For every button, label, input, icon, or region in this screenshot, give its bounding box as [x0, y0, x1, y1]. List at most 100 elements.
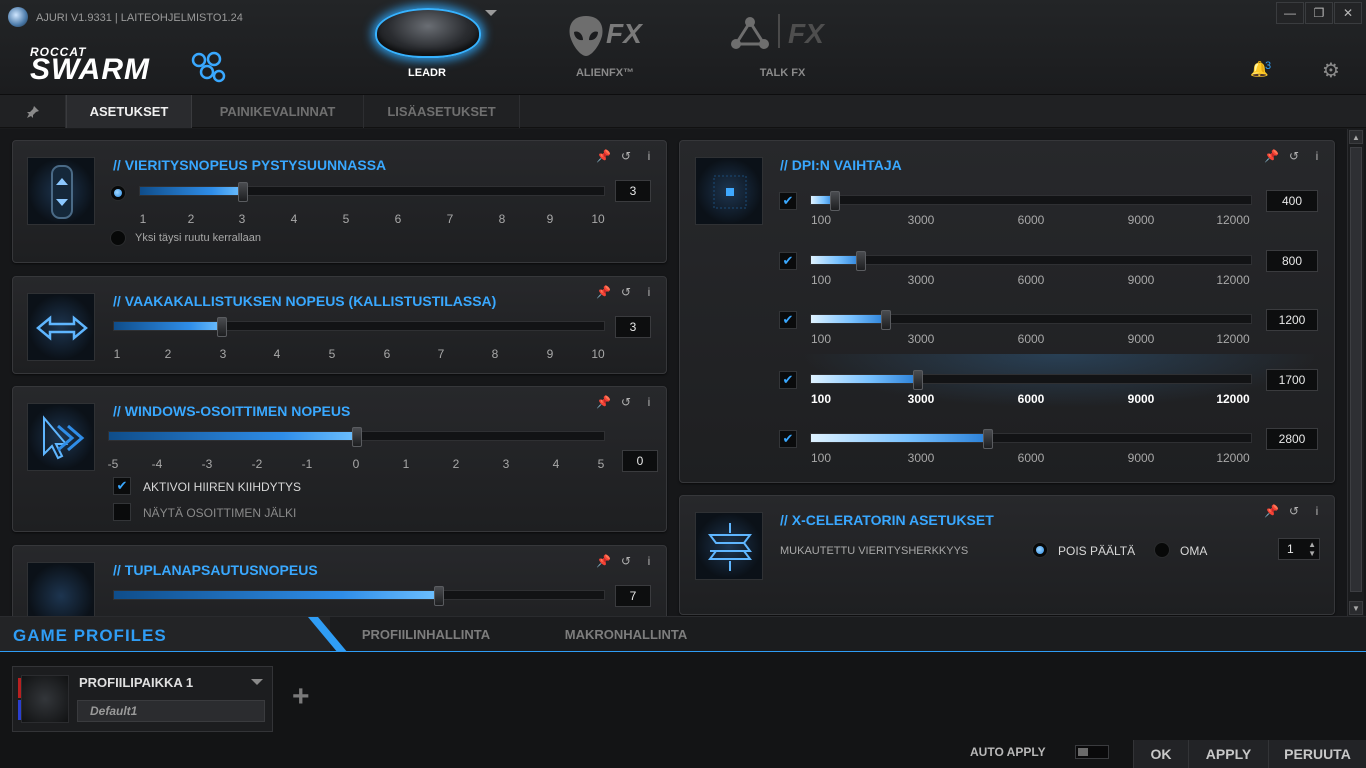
dpi-level-slider[interactable]: [810, 251, 1252, 271]
close-icon[interactable]: ✕: [1334, 2, 1362, 24]
mouse-device-icon: [375, 8, 481, 58]
xcelerator-panel: //X-CELERATORIN ASETUKSET 📌 ↺ i MUKAUTETTU…: [679, 495, 1335, 615]
tab-asetukset[interactable]: ASETUKSET: [66, 95, 192, 128]
scroll-down-icon[interactable]: ▼: [1349, 601, 1363, 615]
xcelerator-custom-label: OMA: [1180, 544, 1208, 558]
pin-icon[interactable]: 📌: [596, 395, 611, 409]
slider-thumb[interactable]: [217, 317, 227, 337]
reset-icon[interactable]: ↺: [1287, 504, 1301, 518]
reset-icon[interactable]: ↺: [619, 395, 633, 409]
slider-thumb[interactable]: [352, 427, 362, 447]
reset-icon[interactable]: ↺: [1287, 149, 1301, 163]
pointer-speed-value[interactable]: 0: [622, 450, 658, 472]
mouse-acceleration-checkbox[interactable]: ✔: [113, 477, 131, 495]
horizontal-arrows-icon: [27, 293, 95, 361]
info-icon[interactable]: i: [1310, 504, 1324, 518]
gear-icon[interactable]: ⚙: [1322, 58, 1340, 83]
slider-thumb[interactable]: [913, 370, 923, 390]
tab-profile-management[interactable]: PROFIILINHALLINTA: [340, 617, 512, 651]
dpi-level-value[interactable]: 800: [1266, 250, 1318, 272]
device-tab-leadr[interactable]: LEADR: [357, 0, 497, 95]
profile-name-input[interactable]: Default1: [77, 700, 265, 722]
slider-thumb[interactable]: [983, 429, 993, 449]
dpi-level-slider[interactable]: [810, 429, 1252, 449]
dpi-level-checkbox[interactable]: ✔: [779, 311, 797, 329]
mouse-acceleration-label: AKTIVOI HIIREN KIIHDYTYS: [143, 480, 302, 494]
slider-thumb[interactable]: [881, 310, 891, 330]
xcelerator-stepper[interactable]: 1 ▲ ▼: [1278, 538, 1320, 560]
profile-dropdown-icon[interactable]: [251, 679, 263, 685]
cancel-button[interactable]: PERUUTA: [1268, 740, 1366, 768]
slider-thumb[interactable]: [830, 191, 840, 211]
tilt-speed-slider[interactable]: [113, 317, 605, 337]
pointer-speed-slider[interactable]: [108, 427, 605, 447]
apply-button[interactable]: APPLY: [1188, 740, 1268, 768]
content-scrollbar[interactable]: ▲ ▼: [1347, 129, 1364, 616]
dpi-level-slider[interactable]: [810, 191, 1252, 211]
dpi-level-slider[interactable]: [810, 310, 1252, 330]
stepper-arrows-icon[interactable]: ▲ ▼: [1308, 540, 1316, 558]
pin-icon[interactable]: 📌: [596, 554, 611, 568]
slider-thumb[interactable]: [238, 182, 248, 202]
device-tab-alienfx[interactable]: FX ALIENFX™: [540, 0, 670, 95]
minimize-icon[interactable]: —: [1276, 2, 1304, 24]
profile-slot-1[interactable]: PROFIILIPAIKKA 1 Default1: [12, 666, 273, 732]
talkfx-fx-text: FX: [788, 18, 824, 49]
slider-thumb[interactable]: [856, 251, 866, 271]
dpi-level-checkbox[interactable]: ✔: [779, 430, 797, 448]
reset-icon[interactable]: ↺: [619, 554, 633, 568]
roccat-profile-icon: [18, 675, 69, 723]
logo-name: SWARM: [30, 53, 150, 86]
dpi-level-value[interactable]: 400: [1266, 190, 1318, 212]
vertical-scroll-value[interactable]: 3: [615, 180, 651, 202]
scroll-up-icon[interactable]: ▲: [1349, 130, 1363, 144]
info-icon[interactable]: i: [642, 149, 656, 163]
tab-painikevalinnat[interactable]: PAINIKEVALINNAT: [192, 95, 364, 128]
hexagon-logo-icon: [191, 51, 226, 83]
dpi-level-value[interactable]: 1200: [1266, 309, 1318, 331]
panel-title: //WINDOWS-OSOITTIMEN NOPEUS: [113, 403, 351, 419]
auto-apply-label: AUTO APPLY: [970, 745, 1046, 759]
slider-thumb[interactable]: [434, 586, 444, 606]
pin-tab-icon[interactable]: [0, 95, 66, 128]
tab-macro-management[interactable]: MAKRONHALLINTA: [540, 617, 712, 651]
full-screen-radio[interactable]: [110, 230, 126, 246]
xcelerator-custom-radio[interactable]: [1154, 542, 1170, 558]
scroll-thumb[interactable]: [1350, 147, 1362, 592]
vertical-scroll-slider[interactable]: [139, 182, 605, 202]
slider-mode-radio[interactable]: [110, 185, 126, 201]
pin-icon[interactable]: 📌: [596, 149, 611, 163]
tilt-speed-value[interactable]: 3: [615, 316, 651, 338]
ok-button[interactable]: OK: [1133, 740, 1188, 768]
pin-icon[interactable]: 📌: [1264, 149, 1279, 163]
dpi-level-checkbox[interactable]: ✔: [779, 192, 797, 210]
alienfx-fx-text: FX: [606, 18, 642, 49]
swarm-logo: ROCCAT SWARM: [30, 45, 226, 86]
device-tab-talkfx[interactable]: FX TALK FX: [710, 0, 855, 95]
dpi-level-checkbox[interactable]: ✔: [779, 252, 797, 270]
pointer-trail-checkbox[interactable]: [113, 503, 131, 521]
reset-icon[interactable]: ↺: [619, 149, 633, 163]
info-icon[interactable]: i: [1310, 149, 1324, 163]
dpi-level-value[interactable]: 2800: [1266, 428, 1318, 450]
panel-tools: 📌 ↺ i: [1264, 149, 1324, 163]
xcelerator-off-radio[interactable]: [1032, 542, 1048, 558]
tab-lisaasetukset[interactable]: LISÄASETUKSET: [364, 95, 520, 128]
double-click-slider[interactable]: [113, 586, 605, 606]
pin-icon[interactable]: 📌: [1264, 504, 1279, 518]
add-profile-icon[interactable]: +: [292, 682, 310, 712]
notification-count: 3: [1265, 60, 1272, 72]
info-icon[interactable]: i: [642, 554, 656, 568]
restore-icon[interactable]: ❐: [1305, 2, 1333, 24]
pin-icon[interactable]: 📌: [596, 285, 611, 299]
dpi-level-slider[interactable]: [810, 370, 1252, 390]
info-icon[interactable]: i: [642, 395, 656, 409]
double-click-value[interactable]: 7: [615, 585, 651, 607]
dpi-level-value[interactable]: 1700: [1266, 369, 1318, 391]
panel-tools: 📌 ↺ i: [596, 149, 656, 163]
device-dropdown-icon[interactable]: [485, 10, 497, 16]
auto-apply-toggle[interactable]: [1075, 745, 1109, 759]
info-icon[interactable]: i: [642, 285, 656, 299]
reset-icon[interactable]: ↺: [619, 285, 633, 299]
dpi-level-checkbox[interactable]: ✔: [779, 371, 797, 389]
